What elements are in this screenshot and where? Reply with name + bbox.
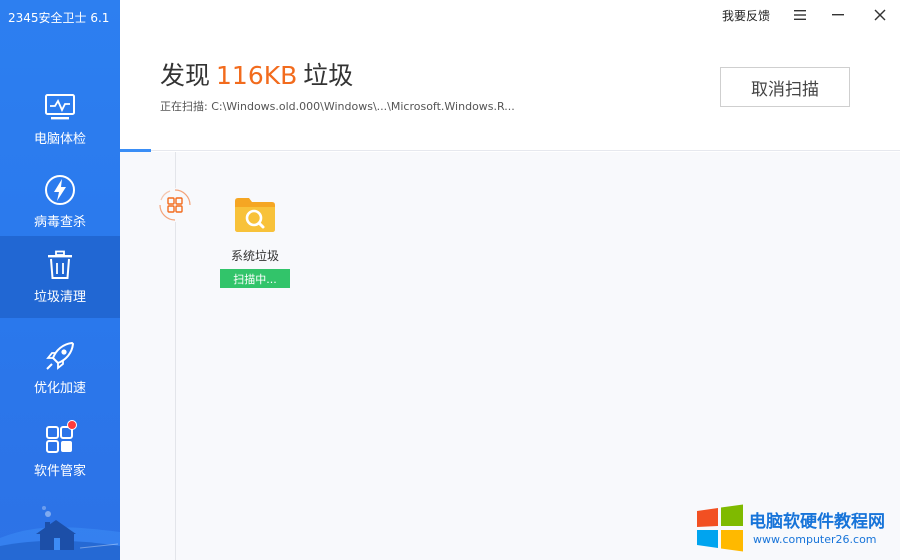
sidebar: 2345安全卫士 6.1 电脑体检 病毒查杀 垃圾清理 优化加速 软件管家: [0, 0, 120, 560]
scan-status-badge: 扫描中...: [220, 269, 290, 288]
category-label: 系统垃圾: [230, 249, 279, 263]
headline-prefix: 发现: [160, 61, 211, 90]
feedback-link[interactable]: 我要反馈: [722, 7, 770, 24]
sidebar-item-junk-clean[interactable]: 垃圾清理: [0, 236, 120, 318]
headline-suffix: 垃圾: [303, 61, 354, 90]
scan-result-headline: 发现 116KB 垃圾: [160, 56, 353, 92]
close-icon[interactable]: [868, 4, 892, 26]
app-title: 2345安全卫士 6.1: [8, 11, 110, 25]
progress-track: [120, 150, 900, 151]
sidebar-item-label: 病毒查杀: [33, 215, 86, 230]
trash-icon: [43, 248, 77, 282]
watermark-url: www.computer26.com: [753, 533, 877, 546]
sidebar-item-label: 优化加速: [33, 381, 86, 396]
sidebar-item-label: 垃圾清理: [33, 290, 86, 305]
sidebar-item-checkup[interactable]: 电脑体检: [0, 78, 120, 160]
site-watermark: 电脑软硬件教程网 www.computer26.com: [695, 503, 900, 553]
sidebar-item-label: 电脑体检: [33, 132, 86, 147]
rocket-icon: [43, 339, 77, 373]
house-scene-illustration: [0, 450, 120, 560]
notification-dot: [67, 420, 77, 430]
junk-size-value: 116KB: [216, 61, 298, 90]
cancel-scan-button[interactable]: 取消扫描: [720, 67, 850, 107]
folder-search-icon: [233, 195, 277, 233]
hamburger-icon[interactable]: [788, 4, 812, 26]
scan-path-text: 正在扫描: C:\Windows.old.000\Windows\...\Mic…: [160, 100, 515, 113]
sidebar-item-optimize[interactable]: 优化加速: [0, 327, 120, 409]
sidebar-item-virus-scan[interactable]: 病毒查杀: [0, 161, 120, 243]
monitor-icon: [43, 90, 77, 124]
lightning-shield-icon: [43, 173, 77, 207]
category-grid-icon: [158, 188, 192, 222]
minimize-icon[interactable]: [826, 4, 850, 26]
watermark-title: 电脑软硬件教程网: [749, 512, 885, 532]
windows-logo-icon: [695, 503, 745, 553]
